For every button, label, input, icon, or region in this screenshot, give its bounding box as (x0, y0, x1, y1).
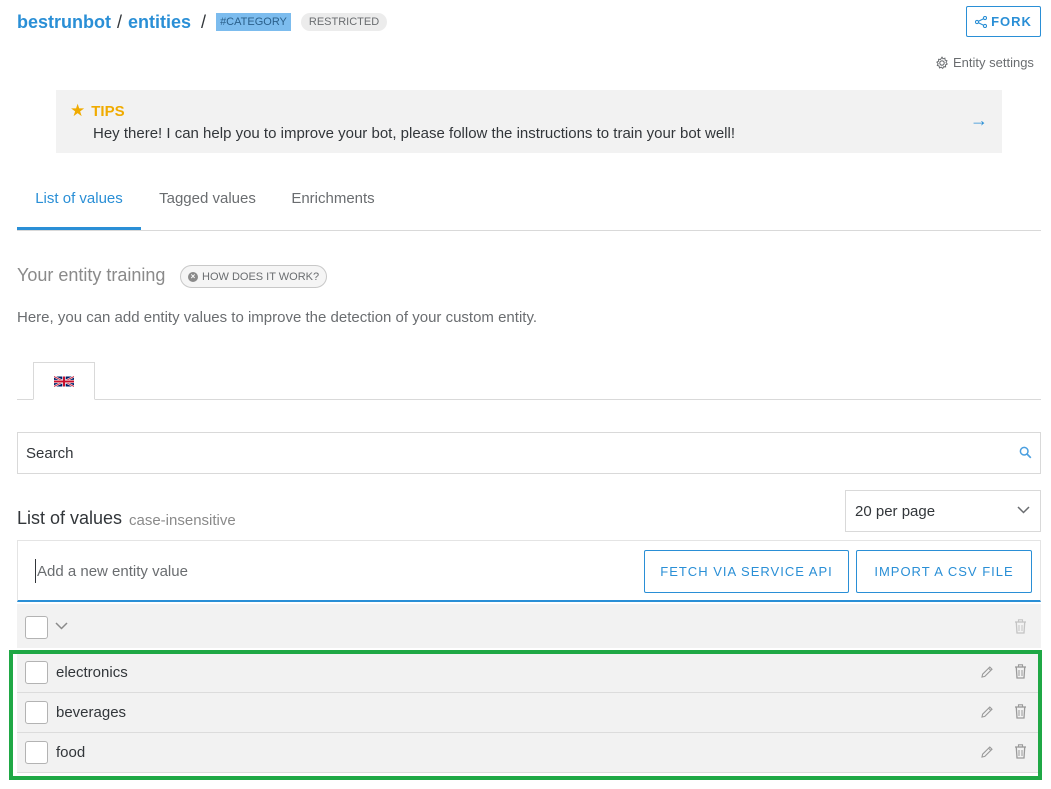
tips-title-label: TIPS (91, 102, 125, 120)
tips-title: ★ TIPS (70, 101, 125, 121)
entity-value: electronics (56, 664, 128, 681)
fork-label: FORK (991, 14, 1032, 29)
breadcrumb-bot-link[interactable]: bestrunbot (17, 12, 111, 33)
list-item: electronics (17, 653, 1041, 693)
list-item: food (17, 733, 1041, 773)
gear-icon (936, 55, 948, 69)
entity-settings-link[interactable]: Entity settings (935, 55, 1034, 70)
case-insensitive-label: case-insensitive (129, 512, 236, 529)
search-input[interactable] (18, 433, 998, 473)
trash-icon[interactable] (1014, 744, 1027, 759)
uk-flag-icon (54, 375, 74, 387)
pencil-icon[interactable] (980, 745, 994, 759)
breadcrumb-separator: / (117, 11, 123, 32)
tab-enrichments[interactable]: Enrichments (287, 184, 379, 230)
entity-name-tag: #CATEGORY (216, 13, 291, 31)
search-box (17, 432, 1041, 474)
row-checkbox[interactable] (25, 701, 48, 724)
select-all-checkbox[interactable] (25, 616, 48, 639)
trash-icon[interactable] (1014, 664, 1027, 679)
entity-tabs: List of values Tagged values Enrichments (17, 184, 1041, 231)
trash-icon[interactable] (1014, 619, 1027, 634)
add-value-row: FETCH VIA SERVICE API IMPORT A CSV FILE (17, 540, 1041, 602)
list-of-values-title: List of values (17, 508, 123, 528)
pencil-icon[interactable] (980, 705, 994, 719)
breadcrumb: bestrunbot / entities / #CATEGORY RESTRI… (17, 10, 388, 34)
import-csv-button[interactable]: IMPORT A CSV FILE (856, 550, 1032, 593)
tips-banner: ★ TIPS Hey there! I can help you to impr… (56, 90, 1002, 153)
chevron-down-icon (1017, 506, 1030, 514)
row-checkbox[interactable] (25, 661, 48, 684)
how-does-it-work-label: HOW DOES IT WORK? (202, 270, 320, 283)
training-description: Here, you can add entity values to impro… (17, 309, 537, 326)
values-list: electronics beverages food (17, 653, 1041, 773)
chevron-down-icon[interactable] (55, 622, 68, 630)
entity-value: beverages (56, 704, 127, 721)
how-does-it-work-button[interactable]: × HOW DOES IT WORK? (180, 265, 328, 288)
list-item: beverages (17, 693, 1041, 733)
arrow-right-icon[interactable]: → (970, 110, 988, 131)
search-icon[interactable] (1019, 446, 1032, 459)
training-title: Your entity training (17, 265, 166, 285)
language-tabs (17, 362, 1041, 400)
breadcrumb-separator-2: / (201, 11, 207, 32)
entity-settings-label: Entity settings (953, 55, 1034, 70)
share-icon (975, 15, 988, 28)
tab-tagged-values[interactable]: Tagged values (155, 184, 260, 230)
breadcrumb-entities-link[interactable]: entities (128, 12, 191, 33)
add-entity-value-input[interactable] (35, 559, 615, 583)
trash-icon[interactable] (1014, 704, 1027, 719)
row-checkbox[interactable] (25, 741, 48, 764)
fetch-via-service-api-button[interactable]: FETCH VIA SERVICE API (644, 550, 849, 593)
per-page-select[interactable]: 20 per page (845, 490, 1041, 532)
tab-list-of-values[interactable]: List of values (17, 184, 141, 230)
restricted-badge: RESTRICTED (300, 13, 388, 31)
pencil-icon[interactable] (980, 665, 994, 679)
select-all-row (17, 604, 1041, 648)
language-tab-en[interactable] (33, 362, 95, 400)
tips-text: Hey there! I can help you to improve you… (93, 125, 735, 142)
fork-button[interactable]: FORK (966, 6, 1041, 37)
star-icon: ★ (70, 101, 86, 120)
help-icon: × (188, 271, 198, 282)
entity-value: food (56, 744, 86, 761)
per-page-value: 20 per page (855, 502, 936, 520)
